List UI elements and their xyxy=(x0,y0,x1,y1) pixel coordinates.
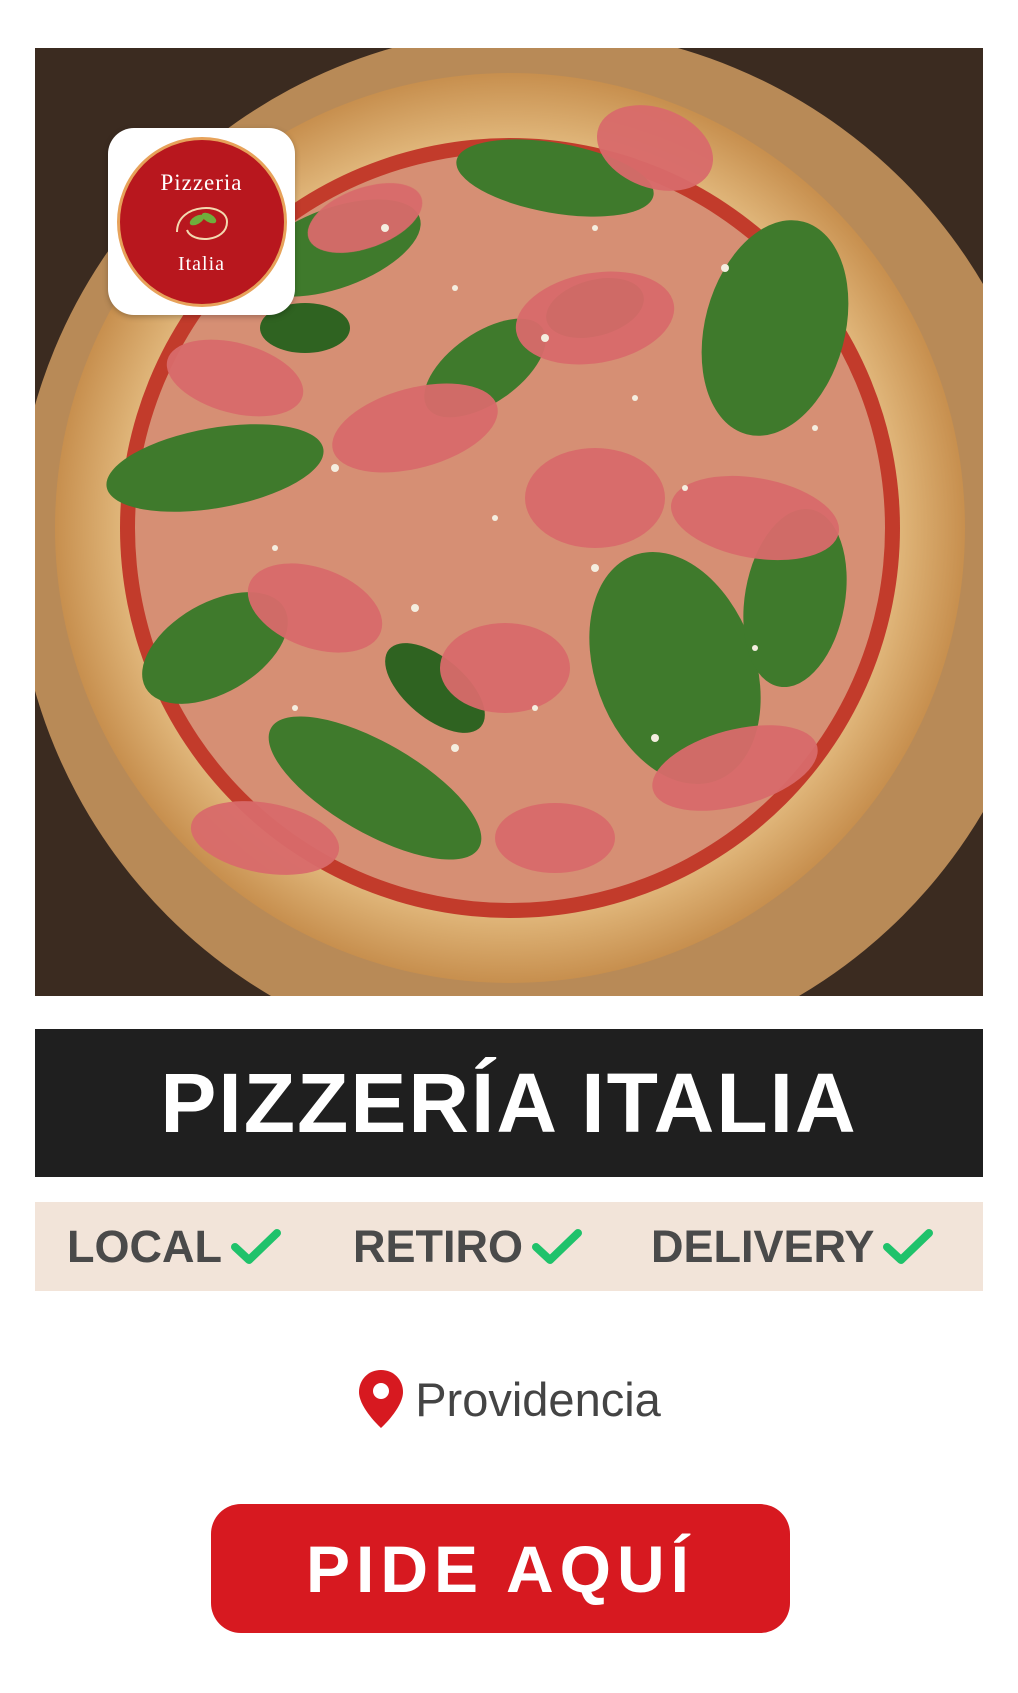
restaurant-title: PIZZERÍA ITALIA xyxy=(160,1055,858,1150)
logo-bottom-text: Italia xyxy=(177,252,226,275)
check-icon xyxy=(532,1228,583,1264)
order-here-label: PIDE AQUÍ xyxy=(306,1531,695,1606)
pizzeria-logo: Pizzeria Italia xyxy=(116,136,287,307)
check-icon xyxy=(883,1228,934,1264)
service-local-label: LOCAL xyxy=(67,1220,222,1272)
service-retiro-label: RETIRO xyxy=(353,1220,524,1272)
map-pin-icon xyxy=(359,1370,404,1428)
service-delivery-label: DELIVERY xyxy=(651,1220,875,1272)
services-bar: LOCAL RETIRO DELIVERY xyxy=(35,1202,983,1291)
hero-pizza-image: Pizzeria Italia xyxy=(35,48,983,996)
logo-card: Pizzeria Italia xyxy=(108,128,295,315)
basil-swirl-icon xyxy=(175,206,228,240)
service-retiro: RETIRO xyxy=(353,1202,583,1291)
service-local: LOCAL xyxy=(67,1202,282,1291)
order-here-button[interactable]: PIDE AQUÍ xyxy=(211,1504,790,1633)
restaurant-title-bar: PIZZERÍA ITALIA xyxy=(35,1029,983,1177)
location-row: Providencia xyxy=(0,1366,1018,1432)
check-icon xyxy=(230,1228,281,1264)
service-delivery: DELIVERY xyxy=(651,1202,934,1291)
location-text: Providencia xyxy=(415,1372,661,1426)
